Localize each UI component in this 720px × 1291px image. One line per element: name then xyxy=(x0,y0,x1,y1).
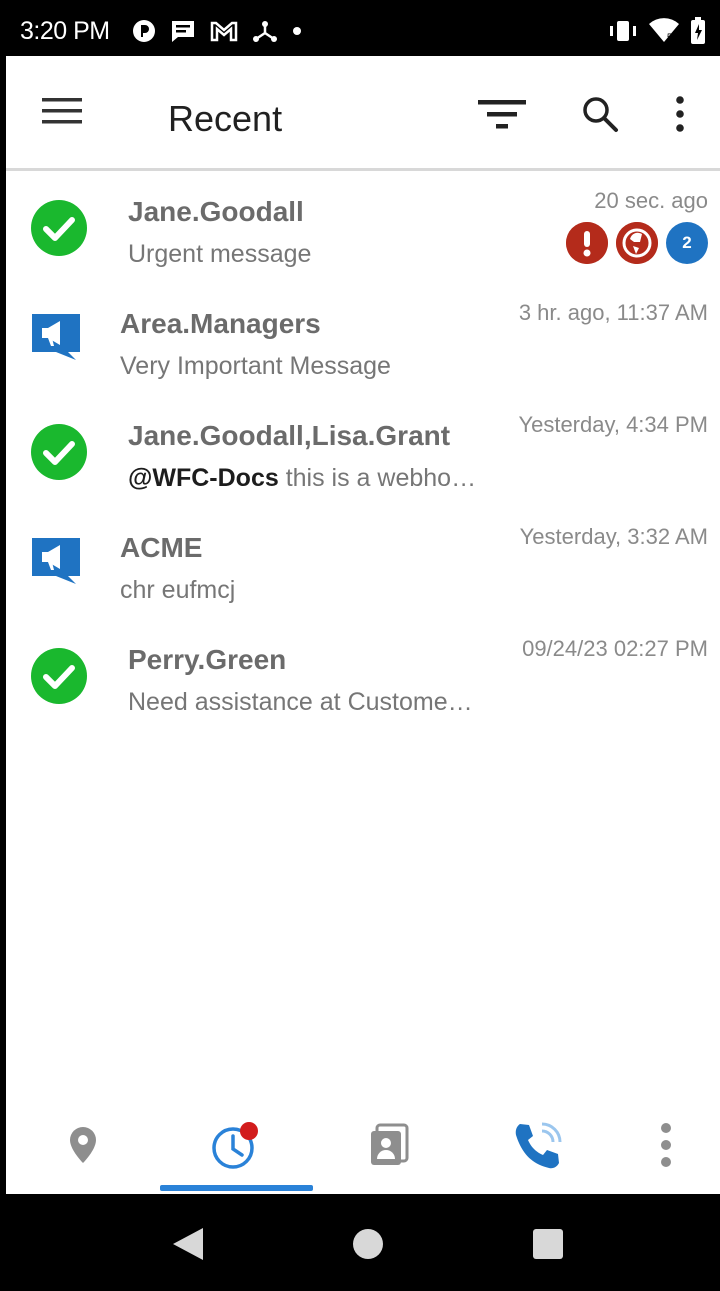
conversation-name: ACME xyxy=(120,532,203,563)
network-icon xyxy=(252,19,278,43)
nav-selected-indicator xyxy=(160,1185,313,1191)
conversation-row[interactable]: Jane.Goodall Urgent message 20 sec. ago … xyxy=(6,174,720,286)
more-vert-icon xyxy=(661,1123,671,1167)
recent-icon xyxy=(212,1122,258,1169)
check-circle-icon xyxy=(30,647,88,705)
urgent-icon xyxy=(566,222,608,264)
filter-icon xyxy=(478,100,526,129)
conversation-badges: 2 xyxy=(566,222,708,264)
conversation-message-text: this is a webho… xyxy=(278,464,477,492)
broadcast-icon xyxy=(30,534,82,586)
conversation-message: chr eufmcj xyxy=(120,576,236,604)
wifi-icon: 5 xyxy=(648,18,680,44)
back-button[interactable] xyxy=(168,1224,208,1264)
conversation-message: Need assistance at Custome… xyxy=(128,688,473,716)
conversation-time: 20 sec. ago xyxy=(594,188,708,213)
status-bar: 3:20 PM 5 xyxy=(6,6,720,56)
more-options-button[interactable] xyxy=(670,94,690,134)
contacts-icon xyxy=(371,1123,409,1165)
svg-text:5: 5 xyxy=(667,32,672,42)
location-icon xyxy=(70,1127,96,1163)
conversation-row[interactable]: Jane.Goodall,Lisa.Grant @WFC-Docs this i… xyxy=(6,398,720,510)
search-button[interactable] xyxy=(580,94,620,134)
unread-count-badge: 2 xyxy=(666,222,708,264)
priority-icon xyxy=(616,222,658,264)
check-circle-icon xyxy=(30,199,88,257)
status-icons-right: 5 xyxy=(608,17,706,45)
broadcast-icon xyxy=(30,310,82,362)
check-circle-icon xyxy=(30,423,88,481)
conversation-message: Very Important Message xyxy=(120,352,391,380)
gmail-icon xyxy=(210,20,238,42)
search-icon xyxy=(583,97,618,132)
battery-icon xyxy=(690,17,706,45)
message-icon xyxy=(170,19,196,43)
conversation-time: 09/24/23 02:27 PM xyxy=(522,636,708,661)
menu-button[interactable] xyxy=(42,96,82,126)
app-icon xyxy=(132,19,156,43)
home-button[interactable] xyxy=(348,1224,388,1264)
menu-icon xyxy=(42,98,82,124)
conversation-time: 3 hr. ago, 11:37 AM xyxy=(518,300,708,325)
conversation-message: @WFC-Docs this is a webho… xyxy=(128,464,476,493)
home-icon xyxy=(353,1229,383,1259)
dot-icon xyxy=(292,26,302,36)
overview-icon xyxy=(533,1229,563,1259)
conversation-name: Perry.Green xyxy=(128,644,287,675)
mention-tag[interactable]: @WFC-Docs xyxy=(128,464,279,492)
conversation-name: Jane.Goodall xyxy=(128,196,304,227)
app-bar: Recent xyxy=(6,56,720,171)
screen: 3:20 PM 5 Recent Jane.Goodall Urgent mes… xyxy=(6,6,720,1291)
more-vert-icon xyxy=(676,96,684,132)
status-time: 3:20 PM xyxy=(20,16,110,45)
vibrate-icon xyxy=(608,19,638,43)
conversation-message: Urgent message xyxy=(128,240,312,268)
conversation-name: Area.Managers xyxy=(120,308,321,339)
device-frame: 3:20 PM 5 Recent Jane.Goodall Urgent mes… xyxy=(0,0,720,1291)
system-navigation-bar xyxy=(6,1194,720,1291)
conversation-row[interactable]: ACME chr eufmcj Yesterday, 3:32 AM xyxy=(6,510,720,622)
conversation-list: Jane.Goodall Urgent message 20 sec. ago … xyxy=(6,174,720,734)
calls-icon xyxy=(515,1122,562,1169)
nav-contacts[interactable] xyxy=(314,1101,464,1189)
conversation-row[interactable]: Perry.Green Need assistance at Custome… … xyxy=(6,622,720,734)
status-icons-left xyxy=(132,19,302,43)
conversation-time: Yesterday, 3:32 AM xyxy=(519,524,708,549)
nav-calls[interactable] xyxy=(464,1101,614,1189)
recents-button[interactable] xyxy=(528,1224,568,1264)
conversation-time: Yesterday, 4:34 PM xyxy=(518,412,708,437)
conversation-row[interactable]: Area.Managers Very Important Message 3 h… xyxy=(6,286,720,398)
filter-button[interactable] xyxy=(476,96,528,132)
bottom-navigation xyxy=(6,1101,720,1193)
back-icon xyxy=(173,1228,203,1260)
conversation-name: Jane.Goodall,Lisa.Grant xyxy=(128,420,451,451)
nav-location[interactable] xyxy=(8,1101,158,1189)
page-title: Recent xyxy=(168,98,283,139)
nav-more[interactable] xyxy=(596,1101,720,1189)
nav-recent[interactable] xyxy=(162,1101,312,1189)
